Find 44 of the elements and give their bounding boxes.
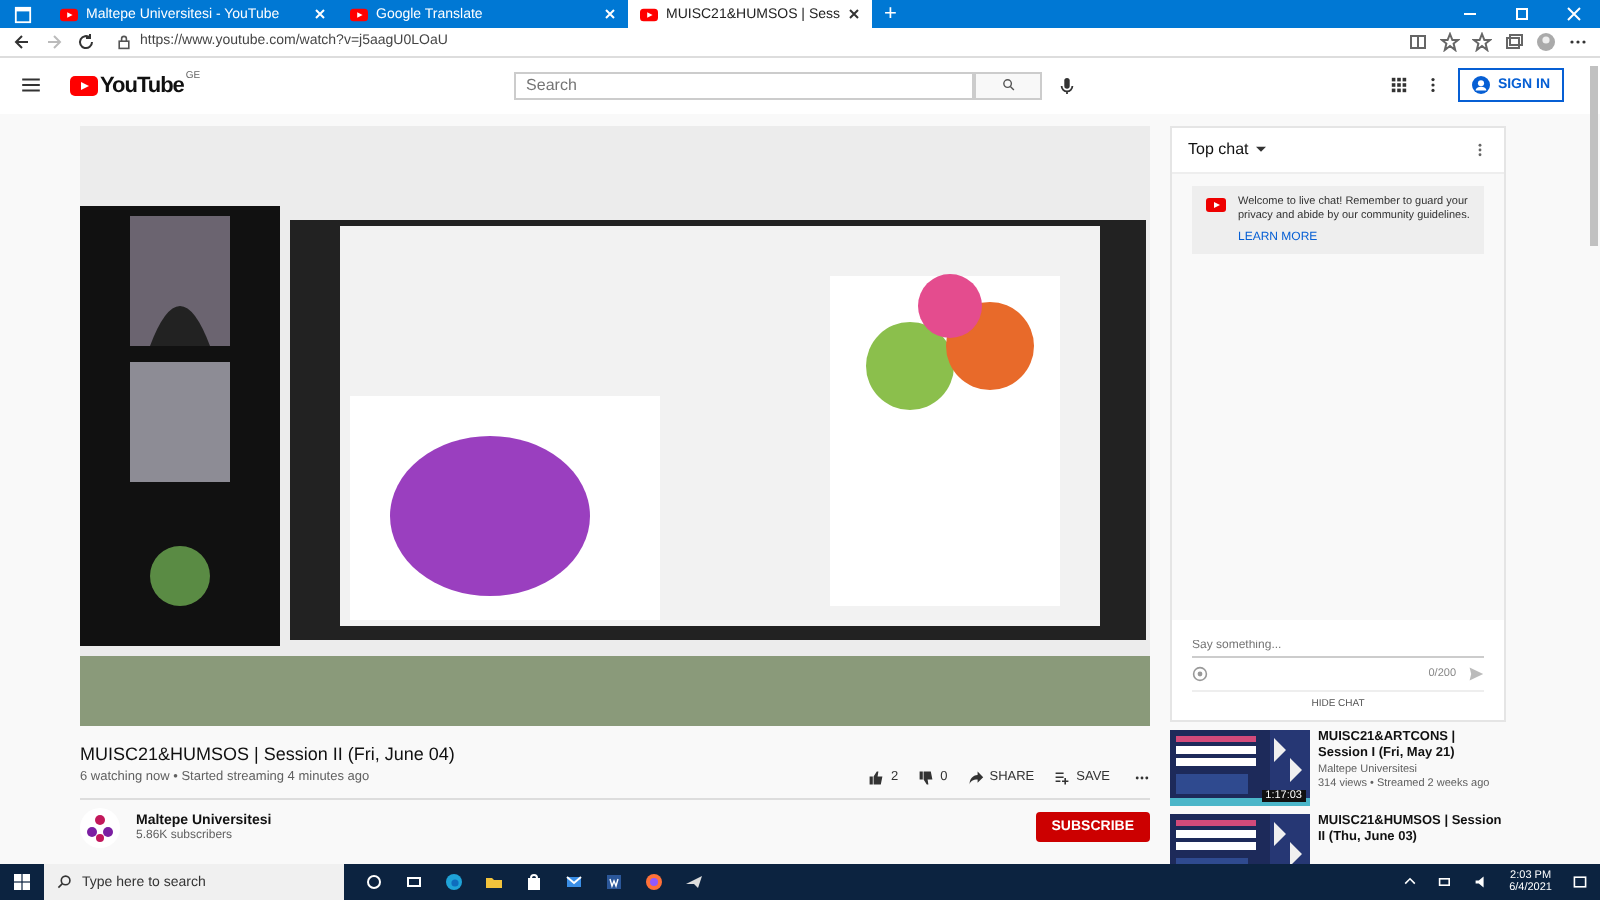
channel-avatar[interactable] xyxy=(80,807,120,848)
refresh-icon[interactable] xyxy=(76,31,96,52)
caret-icon[interactable] xyxy=(1256,145,1267,154)
store-icon[interactable] xyxy=(524,872,544,893)
add-to-list-icon xyxy=(1054,769,1071,786)
reader-icon[interactable] xyxy=(1408,31,1428,52)
menu-icon[interactable] xyxy=(20,74,42,97)
window-icon[interactable] xyxy=(14,5,32,23)
mail-icon[interactable] xyxy=(564,872,584,893)
speaker-icon[interactable] xyxy=(1473,874,1490,891)
back-icon[interactable] xyxy=(12,31,32,52)
search-icon xyxy=(56,874,72,891)
emoji-icon[interactable] xyxy=(1192,665,1208,682)
search-icon xyxy=(1001,78,1016,93)
collections-icon[interactable] xyxy=(1504,31,1524,52)
cortana-icon[interactable] xyxy=(364,872,384,893)
play-icon xyxy=(1206,197,1226,212)
edge-icon[interactable] xyxy=(444,872,464,893)
play-icon xyxy=(350,7,368,21)
folder-icon[interactable] xyxy=(484,872,504,893)
firefox-icon[interactable] xyxy=(644,872,664,893)
search-field[interactable]: Search xyxy=(514,71,975,100)
close-icon[interactable] xyxy=(848,8,861,20)
play-icon xyxy=(60,7,78,21)
apps-icon[interactable] xyxy=(1389,76,1408,95)
word-icon[interactable] xyxy=(604,872,624,893)
restore-icon[interactable] xyxy=(1512,4,1532,24)
favorites-icon[interactable] xyxy=(1472,31,1492,52)
play-icon xyxy=(640,7,658,21)
chat-mode-dropdown[interactable]: Top chat xyxy=(1188,140,1249,159)
new-tab-button[interactable]: + xyxy=(872,0,909,28)
star-icon[interactable] xyxy=(1440,31,1460,52)
microphone-icon[interactable] xyxy=(1058,75,1077,96)
lock-icon xyxy=(116,33,132,50)
play-icon xyxy=(70,75,98,96)
video-title: MUISC21&HUMSOS | Session II (Fri, June 04) xyxy=(80,743,457,764)
share-icon xyxy=(967,769,984,786)
logo-text[interactable]: YouTube xyxy=(100,73,184,98)
task-view-icon[interactable] xyxy=(404,872,424,893)
windows-icon[interactable] xyxy=(12,872,32,893)
plane-icon[interactable] xyxy=(684,872,704,893)
account-icon xyxy=(1471,76,1490,95)
thumbs-down-icon xyxy=(918,769,935,786)
thumbs-up-icon xyxy=(868,769,885,786)
